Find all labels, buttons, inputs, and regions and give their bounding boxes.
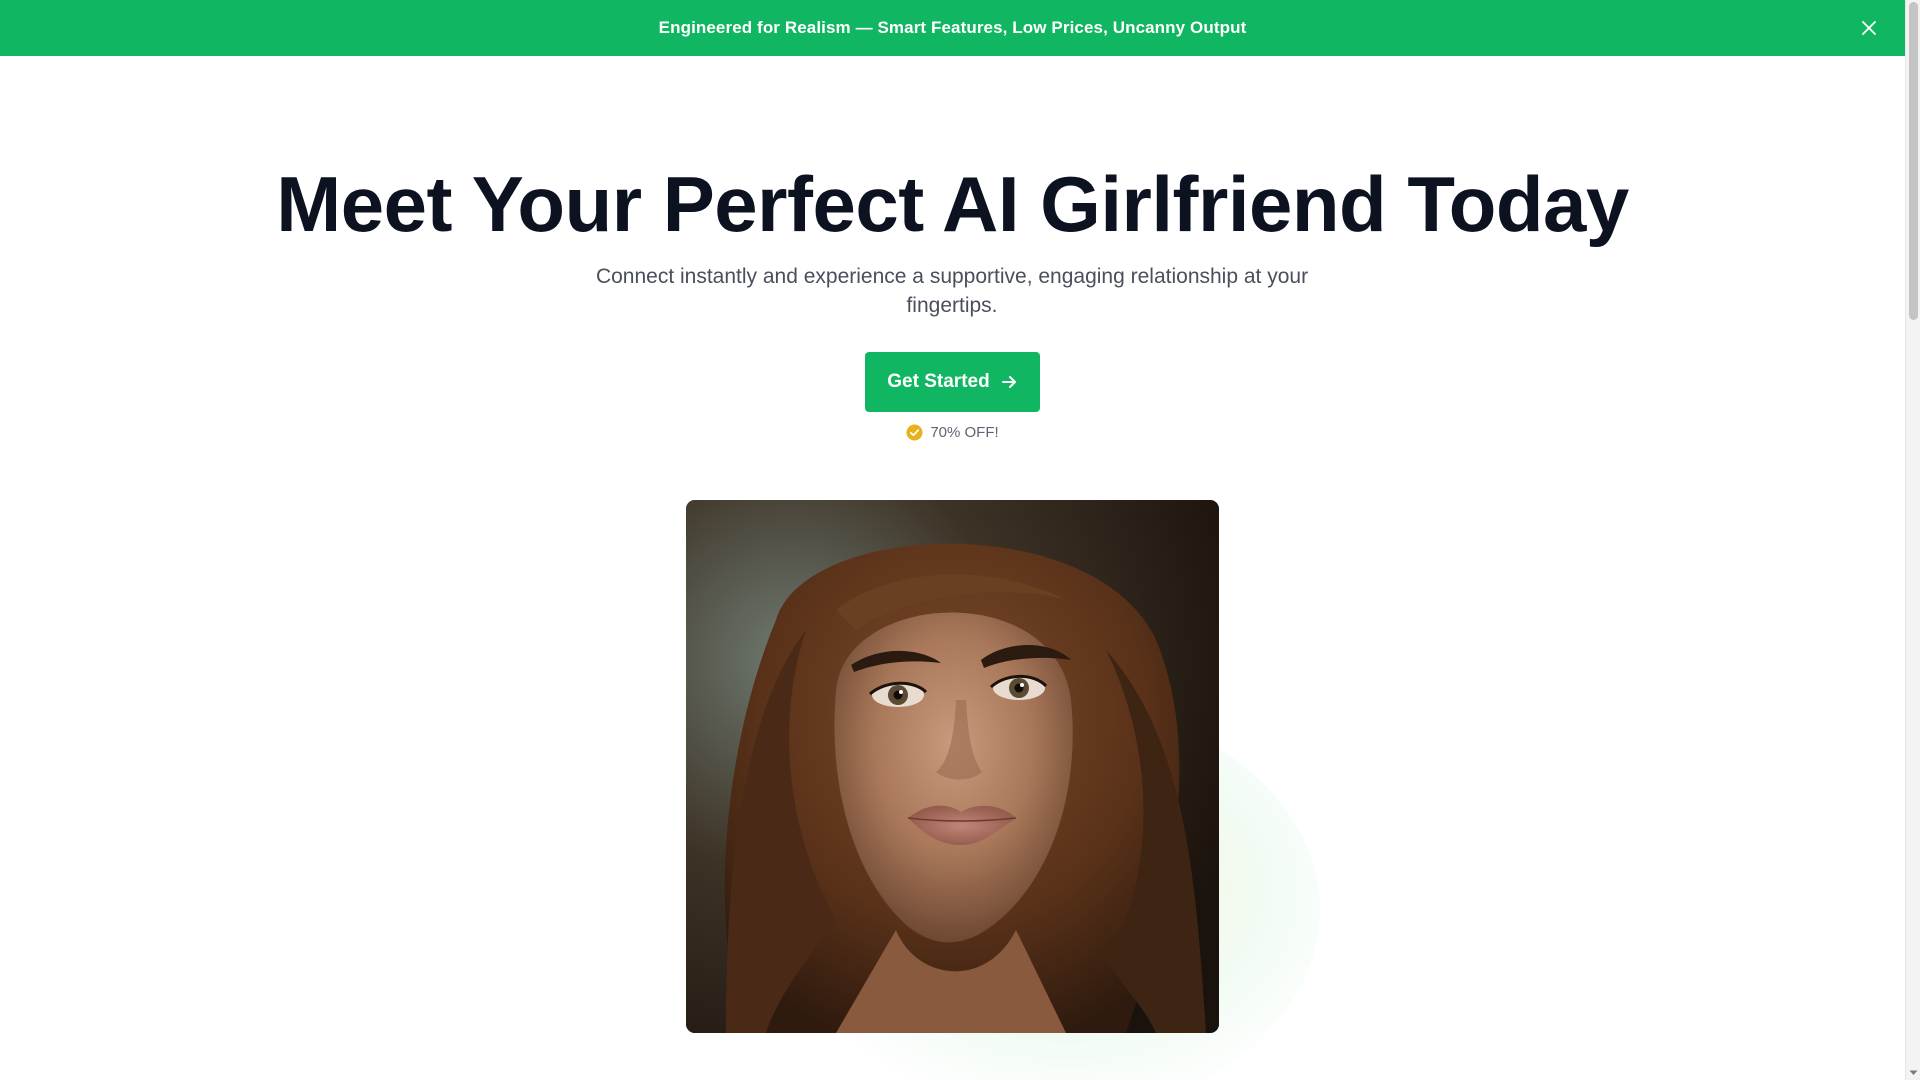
announcement-text: Engineered for Realism — Smart Features,… bbox=[658, 18, 1247, 37]
scrollbar-thumb[interactable] bbox=[1909, 2, 1918, 320]
page-scrollbar[interactable] bbox=[1905, 0, 1920, 1080]
browser-viewport: Engineered for Realism — Smart Features,… bbox=[0, 0, 1920, 1080]
close-icon[interactable] bbox=[1857, 16, 1881, 40]
announcement-bar: Engineered for Realism — Smart Features,… bbox=[0, 0, 1905, 56]
arrow-right-icon bbox=[1000, 373, 1018, 391]
landing-page: Engineered for Realism — Smart Features,… bbox=[0, 0, 1905, 1080]
hero-subtitle: Connect instantly and experience a suppo… bbox=[595, 265, 1309, 317]
offer-text: 70% OFF! bbox=[930, 424, 999, 441]
check-circle-icon bbox=[906, 424, 923, 441]
get-started-button[interactable]: Get Started bbox=[865, 352, 1040, 412]
offer-badge: 70% OFF! bbox=[0, 424, 1905, 441]
get-started-label: Get Started bbox=[887, 371, 990, 392]
portrait-image bbox=[686, 500, 1219, 1033]
scroll-down-arrow-icon[interactable] bbox=[1909, 1068, 1918, 1077]
hero-title: Meet Your Perfect AI Girlfriend Today bbox=[276, 160, 1629, 248]
